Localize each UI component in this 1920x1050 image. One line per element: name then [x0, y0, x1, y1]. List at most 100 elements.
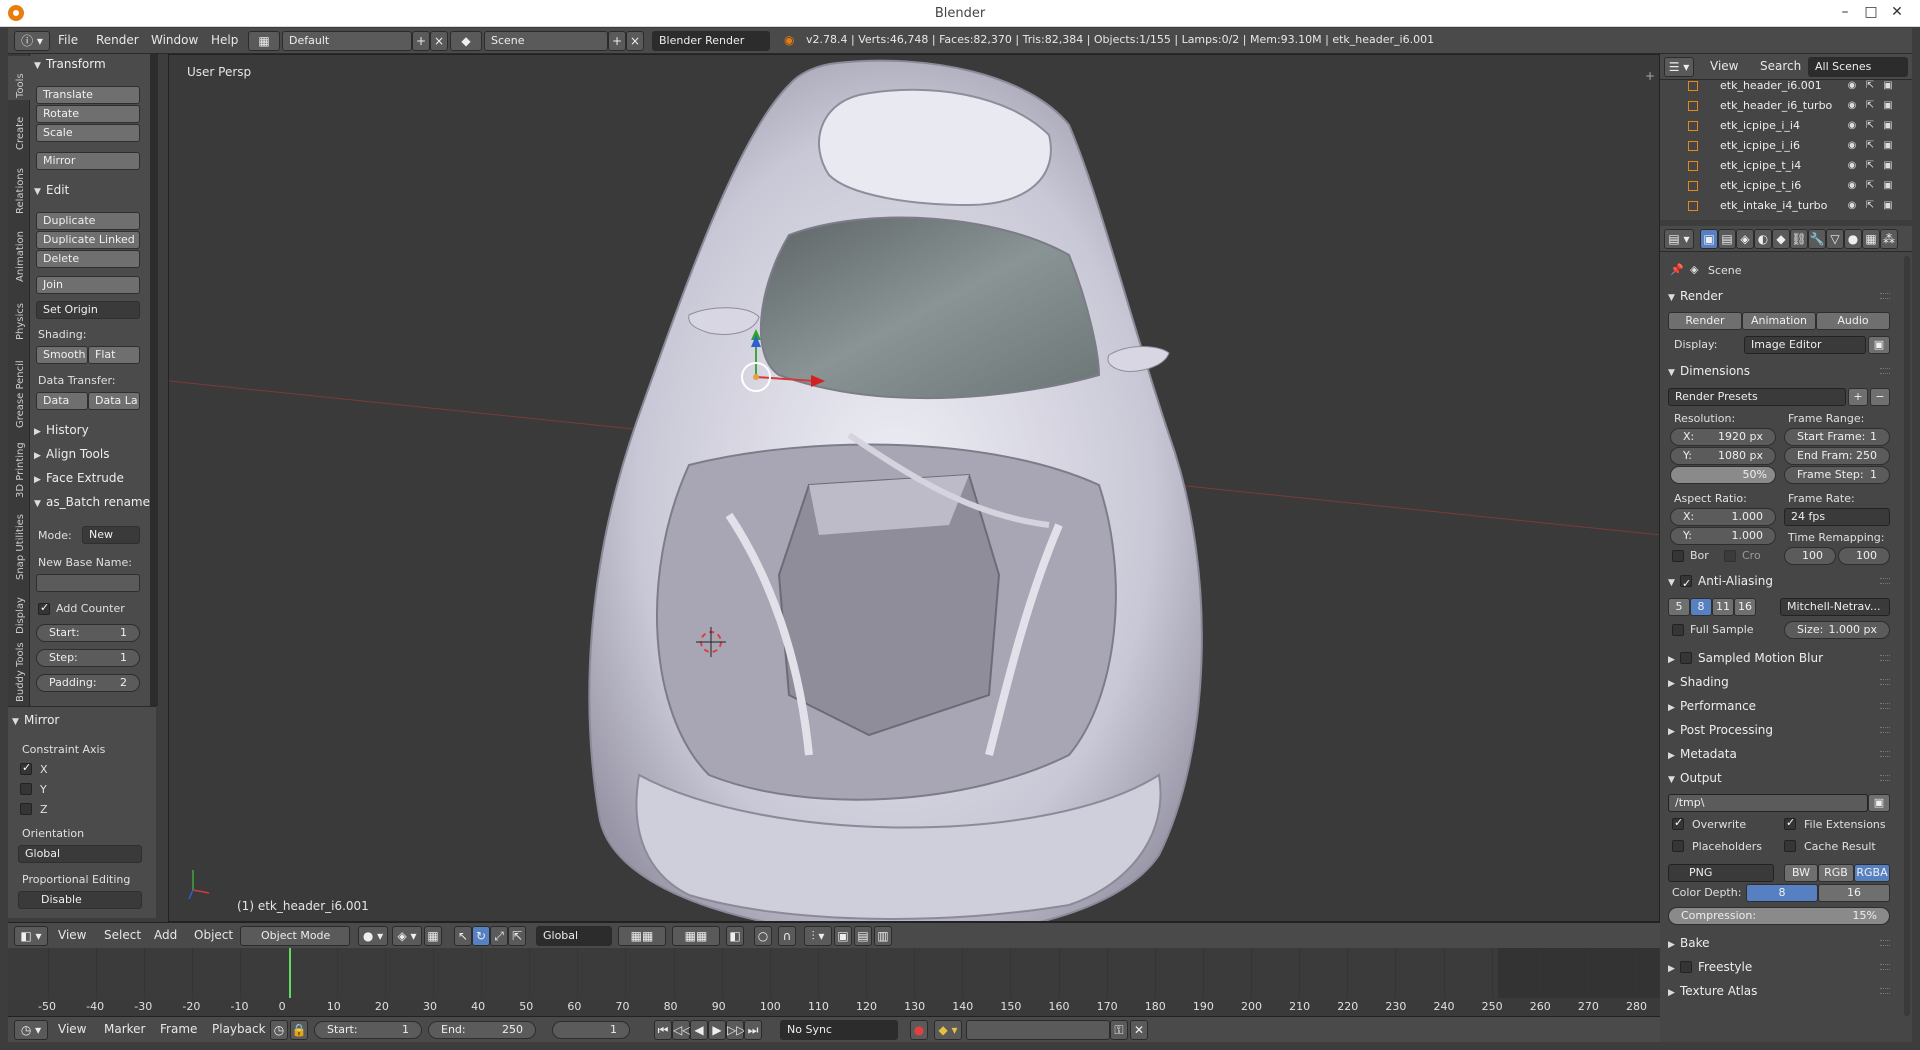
screen-layout-dropdown[interactable]: Default	[282, 31, 412, 51]
menu-timeline-view[interactable]: View	[58, 1022, 86, 1036]
motion-blur-checkbox[interactable]	[1680, 652, 1692, 664]
menu-object[interactable]: Object	[194, 928, 233, 942]
toolshelf-scrollbar[interactable]	[150, 54, 158, 706]
resolution-y-field[interactable]: Y: 1080 px	[1670, 447, 1776, 465]
add-scene-icon[interactable]: +	[608, 31, 626, 51]
outliner-display-dropdown[interactable]: All Scenes	[1808, 57, 1908, 77]
mode-dropdown[interactable]: New	[82, 526, 140, 544]
delete-button[interactable]: Delete	[36, 250, 140, 268]
delete-keyframe-icon[interactable]: ✕	[1130, 1020, 1148, 1040]
resolution-percentage-field[interactable]: 50%	[1670, 466, 1776, 484]
color-depth-16-button[interactable]: 16	[1818, 884, 1890, 902]
panel-dimensions-header[interactable]: ▼ Dimensions	[1668, 360, 1892, 382]
color-rgba-button[interactable]: RGBA	[1854, 864, 1890, 882]
minimize-icon[interactable]: –	[1832, 2, 1858, 22]
display-dropdown[interactable]: Image Editor	[1744, 336, 1866, 354]
jump-end-icon[interactable]: ⏭	[744, 1020, 762, 1040]
prev-keyframe-icon[interactable]: ◁◁	[672, 1020, 691, 1040]
particles-tab-icon[interactable]: ⁂	[1880, 229, 1898, 249]
pin-icon[interactable]: 📌	[1670, 263, 1684, 276]
translate-manipulator-icon[interactable]: ↖	[454, 926, 472, 946]
manipulator-toggle-icon[interactable]: ▦	[424, 926, 442, 946]
outliner-menu-search[interactable]: Search	[1760, 59, 1801, 73]
lock-range-icon[interactable]: 🔒	[290, 1020, 308, 1040]
render-tab-icon[interactable]: ▣	[1700, 229, 1718, 249]
panel-render-header[interactable]: ▼ Render	[1668, 285, 1892, 307]
aa-filter-dropdown[interactable]: Mitchell-Netrav...	[1780, 598, 1890, 616]
scene-tab-icon[interactable]: ◈	[1736, 229, 1754, 249]
panel-bake-header[interactable]: ▶ Bake	[1668, 932, 1892, 954]
mirror-button[interactable]: Mirror	[36, 152, 140, 170]
resolution-x-field[interactable]: X: 1920 px	[1670, 428, 1776, 446]
aa-samples-11-button[interactable]: 11	[1712, 598, 1734, 616]
aa-samples-16-button[interactable]: 16	[1734, 598, 1756, 616]
outliner-row[interactable]: etk_icpipe_t_i6 ◉ ⇱ ▣	[1660, 176, 1912, 196]
panel-metadata-header[interactable]: ▶ Metadata	[1668, 743, 1892, 765]
end-frame-field[interactable]: End Fram: 250	[1784, 447, 1890, 465]
maximize-icon[interactable]: □	[1858, 2, 1884, 22]
step-field[interactable]: Step: 1	[36, 649, 140, 667]
scale-button[interactable]: Scale	[36, 124, 140, 142]
axis-y-checkbox[interactable]	[20, 783, 32, 795]
outliner-row[interactable]: etk_icpipe_t_i4 ◉ ⇱ ▣	[1660, 156, 1912, 176]
editor-type-properties-icon[interactable]: ▤ ▾	[1664, 229, 1694, 249]
tab-3d-printing[interactable]: 3D Printing	[8, 432, 30, 500]
panel-output-header[interactable]: ▼ Output	[1668, 767, 1892, 789]
menu-help[interactable]: Help	[211, 33, 238, 47]
rotate-manipulator-icon[interactable]: ↻	[472, 926, 490, 946]
compression-field[interactable]: Compression: 15%	[1668, 907, 1890, 925]
timeline-end-field[interactable]: End: 250	[428, 1021, 536, 1039]
tab-create[interactable]: Create	[8, 102, 30, 152]
panel-post-processing-header[interactable]: ▶ Post Processing	[1668, 719, 1892, 741]
tab-relations[interactable]: Relations	[8, 154, 30, 216]
panel-align-tools-header[interactable]: ▶ Align Tools	[34, 447, 109, 465]
redo-panel-header[interactable]: ▼ Mirror	[12, 713, 59, 731]
aa-samples-5-button[interactable]: 5	[1668, 598, 1690, 616]
color-rgb-button[interactable]: RGB	[1818, 864, 1854, 882]
next-keyframe-icon[interactable]: ▷▷	[726, 1020, 745, 1040]
viewport-shading-icon[interactable]: ● ▾	[358, 926, 388, 946]
translate-button[interactable]: Translate	[36, 86, 140, 104]
file-format-dropdown[interactable]: PNG	[1668, 864, 1774, 882]
tab-buddy-tools[interactable]: Buddy Tools	[8, 638, 30, 704]
freestyle-checkbox[interactable]	[1680, 961, 1692, 973]
play-icon[interactable]: ▶	[708, 1020, 726, 1040]
play-reverse-icon[interactable]: ◀	[690, 1020, 708, 1040]
camera-render-icon[interactable]: ▤	[854, 926, 872, 946]
render-button[interactable]: Render	[1668, 312, 1742, 330]
outliner-menu-view[interactable]: View	[1710, 59, 1738, 73]
file-extensions-checkbox[interactable]	[1784, 816, 1796, 830]
orientation-dropdown[interactable]: Global	[18, 845, 142, 863]
axis-z-checkbox[interactable]	[20, 803, 32, 815]
color-depth-8-button[interactable]: 8	[1746, 884, 1818, 902]
jump-start-icon[interactable]: ⏮	[654, 1020, 672, 1040]
join-button[interactable]: Join	[36, 276, 140, 294]
data-layout-button[interactable]: Data La	[88, 392, 140, 410]
render-icon[interactable]: ▣	[834, 926, 852, 946]
aspect-y-field[interactable]: Y: 1.000	[1670, 527, 1776, 545]
color-bw-button[interactable]: BW	[1784, 864, 1818, 882]
remove-screen-icon[interactable]: ×	[430, 31, 448, 51]
editor-type-timeline-icon[interactable]: ◷ ▾	[14, 1020, 48, 1040]
proportional-edit-icon[interactable]: ○	[754, 926, 772, 946]
set-origin-dropdown[interactable]: Set Origin	[36, 301, 140, 319]
lock-layers-icon[interactable]: ◧	[726, 926, 744, 946]
animation-button[interactable]: Animation	[1742, 312, 1816, 330]
cache-result-checkbox[interactable]	[1784, 840, 1796, 852]
timeline-area[interactable]	[8, 948, 1660, 998]
close-icon[interactable]: ✕	[1884, 2, 1910, 22]
duplicate-button[interactable]: Duplicate	[36, 212, 140, 230]
panel-motion-blur-header[interactable]: ▶ Sampled Motion Blur	[1668, 647, 1892, 669]
panel-shading-header[interactable]: ▶ Shading	[1668, 671, 1892, 693]
scale-manipulator-icon[interactable]: ⤢	[490, 926, 508, 946]
insert-keyframe-icon[interactable]: ⚿	[1110, 1020, 1128, 1040]
outliner-row[interactable]: etk_header_i6_turbo ◉ ⇱ ▣	[1660, 96, 1912, 116]
tab-animation[interactable]: Animation	[8, 218, 30, 284]
start-field[interactable]: Start: 1	[36, 624, 140, 642]
pivot-point-icon[interactable]: ◈ ▾	[392, 926, 422, 946]
panel-edit-header[interactable]: ▼ Edit	[34, 183, 69, 201]
menu-frame[interactable]: Frame	[160, 1022, 197, 1036]
snap-element-icon[interactable]: ⫶ ▾	[804, 926, 832, 946]
add-preset-icon[interactable]: +	[1848, 388, 1868, 406]
panel-anti-aliasing-header[interactable]: ▼Anti-Aliasing	[1668, 570, 1892, 595]
